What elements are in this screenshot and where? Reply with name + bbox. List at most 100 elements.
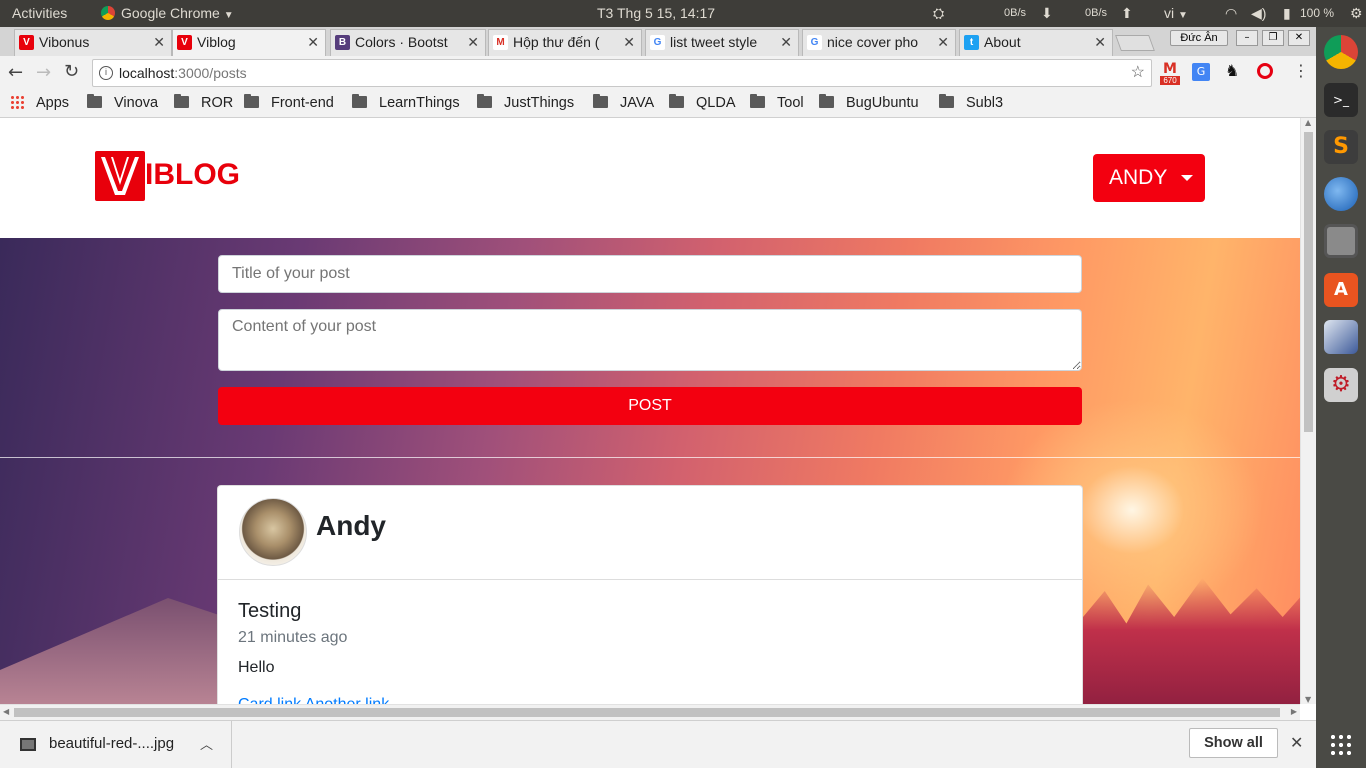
profile-badge[interactable]: Đức Ân (1170, 30, 1228, 46)
chevron-up-icon[interactable]: ︿ (200, 734, 213, 753)
tab-label: nice cover pho (827, 34, 919, 50)
chrome-icon[interactable] (1324, 35, 1358, 69)
people-icon[interactable]: ⛭ (933, 0, 944, 27)
close-icon[interactable]: ✕ (1290, 733, 1303, 753)
maximize-button[interactable]: ❐ (1262, 30, 1284, 46)
close-icon[interactable]: ✕ (467, 30, 479, 55)
bookmark-folder-front-end[interactable]: Front-end (244, 91, 334, 117)
folder-icon (174, 94, 189, 108)
url-host: localhost (119, 65, 175, 81)
close-icon[interactable]: ✕ (153, 30, 165, 55)
trees-background (1083, 578, 1300, 704)
bookmark-folder-java[interactable]: JAVA (593, 91, 654, 117)
star-icon[interactable]: ☆ (1131, 60, 1145, 86)
tab-vibonus[interactable]: V Vibonus ✕ (14, 29, 172, 56)
close-icon[interactable]: ✕ (623, 30, 635, 55)
viblog-logo-icon[interactable] (95, 151, 145, 201)
bookmark-folder-vinova[interactable]: Vinova (87, 91, 158, 117)
opera-extension-icon[interactable] (1257, 63, 1273, 79)
browser-window: V Vibonus ✕ V Viblog ✕ B Colors · Bootst… (0, 27, 1316, 768)
tab-gmail[interactable]: M Hộp thư đến ( ✕ (488, 29, 642, 56)
clock[interactable]: T3 Thg 5 15, 14:17 (597, 0, 715, 27)
horizontal-scrollbar[interactable]: ◀ ▶ (0, 704, 1300, 720)
close-window-button[interactable]: ✕ (1288, 30, 1310, 46)
thunderbird-icon[interactable] (1324, 177, 1358, 211)
scroll-left-icon[interactable]: ◀ (3, 707, 9, 716)
bookmark-folder-justthings[interactable]: JustThings (477, 91, 574, 117)
bookmark-folder-bugubuntu[interactable]: BugUbuntu (819, 91, 919, 117)
download-filename: beautiful-red-....jpg (49, 735, 175, 752)
shield-icon[interactable] (1324, 320, 1358, 354)
bookmark-folder-learnthings[interactable]: LearnThings (352, 91, 460, 117)
card-links[interactable]: Card link Another link (238, 696, 389, 704)
download-item[interactable]: beautiful-red-....jpg ︿ (0, 721, 232, 768)
show-applications-icon[interactable] (1329, 733, 1353, 757)
hero-cover: POST Andy Testing 21 minutes ago Hello C… (0, 238, 1300, 704)
reload-icon[interactable]: ↻ (64, 61, 79, 82)
folder-icon (593, 94, 608, 108)
activities-button[interactable]: Activities (12, 0, 67, 27)
post-title-input[interactable] (218, 255, 1082, 293)
wifi-icon[interactable]: ◠ (1225, 0, 1237, 27)
user-menu-button[interactable]: ANDY (1093, 154, 1205, 202)
new-tab-button[interactable] (1115, 35, 1155, 51)
post-submit-button[interactable]: POST (218, 387, 1082, 425)
translate-extension-icon[interactable]: G (1192, 63, 1210, 81)
bookmark-folder-tool[interactable]: Tool (750, 91, 804, 117)
volume-icon[interactable]: ◀) (1251, 0, 1266, 27)
terminal-icon[interactable]: >_ (1324, 83, 1358, 117)
post-content-textarea[interactable] (218, 309, 1082, 371)
sublime-text-icon[interactable]: S (1324, 130, 1358, 164)
software-center-icon[interactable]: A (1324, 273, 1358, 307)
close-icon[interactable]: ✕ (937, 30, 949, 55)
battery-readout[interactable]: 100 % (1300, 0, 1334, 27)
bookmark-label: ROR (201, 95, 234, 111)
twitter-favicon-icon: t (964, 35, 979, 50)
post-card: Andy Testing 21 minutes ago Hello Card l… (217, 485, 1083, 704)
language-indicator[interactable]: vi ▼ (1164, 0, 1188, 27)
post-author[interactable]: Andy (316, 510, 386, 542)
close-icon[interactable]: ✕ (1094, 30, 1106, 55)
menu-kebab-icon[interactable]: ⋮ (1293, 61, 1309, 80)
avatar[interactable] (239, 498, 307, 566)
app-menu[interactable]: Google Chrome ▼ (101, 0, 234, 27)
tab-bootstrap-colors[interactable]: B Colors · Bootst ✕ (330, 29, 486, 56)
vertical-scrollbar[interactable]: ▲ ▼ (1300, 118, 1316, 704)
scroll-right-icon[interactable]: ▶ (1291, 707, 1297, 716)
tab-google-search-cover[interactable]: G nice cover pho ✕ (802, 29, 956, 56)
post-card-header: Andy (218, 486, 1082, 580)
folder-icon (669, 94, 684, 108)
back-arrow-icon[interactable]: ← (8, 62, 23, 83)
scroll-down-icon[interactable]: ▼ (1305, 695, 1311, 704)
net-up-readout: 0B/s (1085, 7, 1108, 19)
bookmark-apps[interactable]: Apps (10, 91, 69, 117)
gmail-extension-icon[interactable]: M 670 (1160, 61, 1180, 85)
gmail-m-icon: M (1163, 61, 1177, 77)
minimize-button[interactable]: – (1236, 30, 1258, 46)
info-icon[interactable]: i (99, 66, 113, 80)
scroll-up-icon[interactable]: ▲ (1305, 118, 1311, 127)
tab-viblog[interactable]: V Viblog ✕ (172, 29, 326, 56)
bookmark-folder-qlda[interactable]: QLDA (669, 91, 736, 117)
show-all-button[interactable]: Show all (1189, 728, 1278, 758)
bookmark-folder-subl3[interactable]: Subl3 (939, 91, 1003, 117)
tab-google-search-tweet[interactable]: G list tweet style ✕ (645, 29, 799, 56)
gnome-extension-icon[interactable]: ♞ (1225, 61, 1239, 80)
post-body: Hello (238, 659, 275, 676)
close-icon[interactable]: ✕ (780, 30, 792, 55)
settings-gear-icon[interactable]: ⚙ (1324, 368, 1358, 402)
bookmark-folder-ror[interactable]: ROR (174, 91, 233, 117)
power-icon[interactable]: ⚙ (1350, 0, 1363, 27)
address-bar[interactable]: i localhost:3000/posts ☆ (92, 59, 1152, 87)
forward-arrow-icon[interactable]: → (36, 62, 51, 83)
bookmark-label: QLDA (696, 95, 736, 111)
files-icon[interactable] (1324, 224, 1358, 258)
folder-icon (244, 94, 259, 108)
site-logo-text[interactable]: IBLOG (145, 158, 240, 192)
folder-icon (352, 94, 367, 108)
horizontal-scroll-thumb[interactable] (14, 708, 1280, 717)
tab-about-twitter[interactable]: t About ✕ (959, 29, 1113, 56)
vertical-scroll-thumb[interactable] (1304, 132, 1313, 432)
close-icon[interactable]: ✕ (307, 30, 319, 55)
post-timestamp: 21 minutes ago (238, 629, 348, 646)
